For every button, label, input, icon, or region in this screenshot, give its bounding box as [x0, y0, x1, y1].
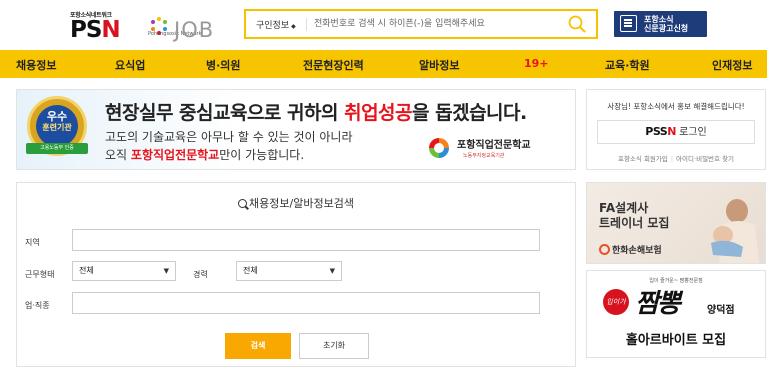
job-category-input[interactable]: [72, 292, 540, 314]
hanwha-insurance-ad[interactable]: FA설계사 트레이너 모집 한화손해보험: [586, 182, 766, 264]
worktype-label: 근무형태: [25, 270, 55, 279]
divider: [306, 18, 307, 31]
login-button[interactable]: PSSN 로그인: [597, 120, 755, 144]
search-input[interactable]: [314, 14, 554, 34]
ad2-badge: 입이가: [603, 289, 629, 315]
search-button[interactable]: 검색: [225, 333, 291, 359]
search-box: 구인정보 ◆: [244, 9, 598, 39]
ad1-line2: 트레이너 모집: [599, 216, 670, 230]
reset-button[interactable]: 초기화: [299, 333, 369, 359]
nav-item-restaurant[interactable]: 요식업: [115, 57, 145, 73]
banner-headline: 현장실무 중심교육으로 귀하의 취업성공을 돕겠습니다.: [105, 102, 527, 124]
nav-item-parttime[interactable]: 알바정보: [419, 57, 459, 73]
ad2-brush-logo: 짬뽕: [635, 289, 681, 319]
ad1-brand: 한화손해보험: [599, 243, 662, 256]
logo-psn: PSN: [70, 17, 121, 43]
search-icon[interactable]: [568, 15, 586, 33]
jjambbong-restaurant-ad[interactable]: 입이 즐거운~ 짬뽕전문점 입이가 짬뽕 양덕점 홀아르바이트 모집: [586, 270, 766, 358]
school-banner-ad[interactable]: 우수 훈련기관 고용노동부 인증 현장실무 중심교육으로 귀하의 취업성공을 돕…: [16, 89, 576, 170]
ad-button-label: 포항소식 신문광고신청: [644, 15, 689, 33]
hanwha-logo-icon: [599, 244, 610, 255]
region-input[interactable]: [72, 229, 540, 251]
search-panel-title: 채용정보/알바정보검색: [17, 195, 575, 211]
banner-line2: 고도의 기술교육은 아무나 할 수 있는 것이 아니라: [105, 130, 353, 144]
search-category-select[interactable]: 구인정보 ◆: [256, 18, 296, 31]
school-logo-icon: [429, 138, 449, 158]
job-category-label: 업·직종: [25, 301, 50, 310]
school-name: 포항직업전문학교: [457, 140, 531, 151]
certified-medal-icon: 우수 훈련기관 고용노동부 인증: [26, 96, 88, 156]
newspaper-icon: [620, 15, 637, 32]
search-icon: [238, 199, 248, 208]
nav-item-talent[interactable]: 인재정보: [712, 57, 752, 73]
banner-line3: 오직 포항직업전문학교만이 가능합니다.: [105, 148, 305, 162]
logo-job: JOB: [174, 18, 215, 42]
find-account-link[interactable]: 아이디·비밀번호 찾기: [676, 155, 734, 163]
site-logo[interactable]: 포항소식네트워크 PSN Pohangsosik Network JOB: [70, 10, 230, 42]
nav-item-education[interactable]: 교육·학원: [605, 57, 650, 73]
region-label: 지역: [25, 238, 40, 247]
ad2-headline: 홀아르바이트 모집: [625, 333, 727, 348]
signup-link[interactable]: 포항소식 회원가입: [618, 155, 668, 163]
login-box: 사장님! 포항소식에서 홍보 해결해드립니다! PSSN 로그인 포항소식 회원…: [586, 89, 766, 170]
career-select[interactable]: 전체 ▼: [236, 261, 342, 281]
pssn-logo: PSSN: [645, 125, 676, 138]
nav-item-adult[interactable]: 19+: [524, 57, 549, 70]
school-sub: 노동부지정교육기관: [463, 153, 505, 159]
nav-item-hospital[interactable]: 병·의원: [206, 57, 241, 73]
login-message: 사장님! 포항소식에서 홍보 해결해드립니다!: [607, 102, 745, 111]
login-links: 포항소식 회원가입 | 아이디·비밀번호 찾기: [617, 155, 735, 163]
chevron-down-icon: ▼: [163, 267, 169, 275]
chevron-down-icon: ▼: [329, 267, 335, 275]
nav-item-field-workers[interactable]: 전문현장인력: [303, 57, 364, 73]
nav-item-jobs[interactable]: 채용정보: [16, 57, 56, 73]
ad2-branch: 양덕점: [707, 305, 735, 316]
main-nav: 채용정보 요식업 병·의원 전문현장인력 알바정보 19+ 교육·학원 인재정보: [0, 50, 767, 78]
career-label: 경력: [193, 270, 208, 279]
mother-baby-photo: [711, 199, 759, 263]
newspaper-ad-apply-button[interactable]: 포항소식 신문광고신청: [614, 11, 707, 37]
worktype-select[interactable]: 전체 ▼: [72, 261, 176, 281]
job-search-panel: 채용정보/알바정보검색 지역 근무형태 전체 ▼ 경력 전체 ▼ 업·직종 검색 초…: [16, 182, 576, 367]
